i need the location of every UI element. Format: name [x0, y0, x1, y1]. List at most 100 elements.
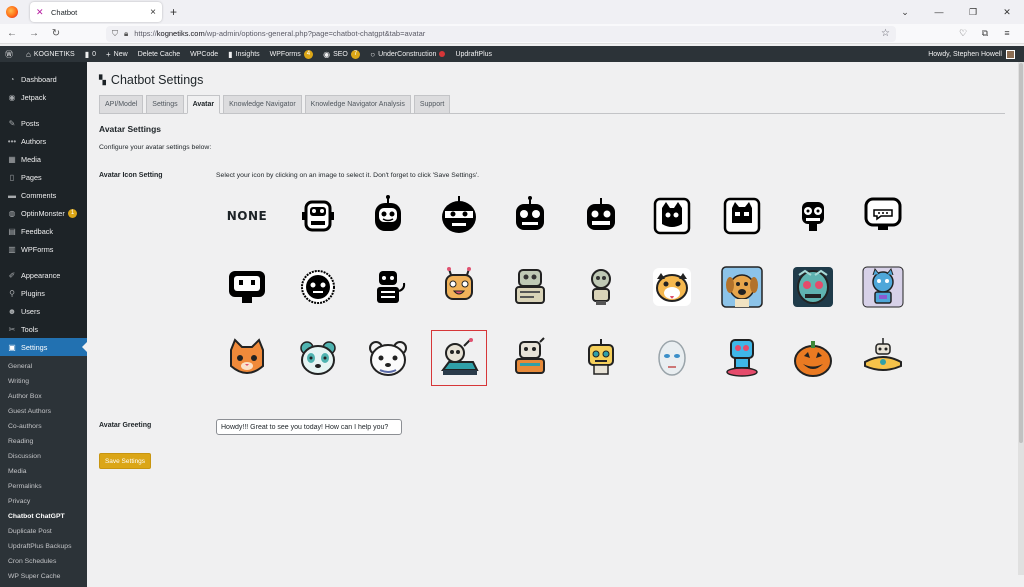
avatar-robot-icon-6[interactable]	[786, 189, 840, 243]
sidebar-item-tools[interactable]: ✂ Tools	[0, 320, 87, 338]
avatar-robot-icon-5[interactable]	[574, 189, 628, 243]
admin-bar-wpforms[interactable]: WPForms 4	[265, 46, 318, 62]
submenu-co-authors[interactable]: Co-authors	[0, 419, 87, 434]
avatar-bear-icon[interactable]	[361, 331, 415, 385]
tab-settings[interactable]: Settings	[146, 95, 184, 114]
sidebar-item-appearance[interactable]: ✐ Appearance	[0, 266, 87, 284]
tab-avatar[interactable]: Avatar	[186, 95, 221, 114]
tab-support[interactable]: Support	[413, 95, 451, 114]
avatar-greeting-input[interactable]	[216, 419, 402, 435]
submenu-wp-super-cache[interactable]: WP Super Cache	[0, 569, 87, 584]
sidebar-item-authors[interactable]: ••• Authors	[0, 132, 87, 150]
sidebar-item-wpforms[interactable]: ▥ WPForms	[0, 240, 87, 258]
submenu-author-box[interactable]: Author Box	[0, 389, 87, 404]
avatar-robot-icon-4[interactable]	[503, 189, 557, 243]
avatar-cat-icon[interactable]	[220, 331, 274, 385]
admin-bar-updraft[interactable]: UpdraftPlus	[450, 46, 497, 62]
admin-bar-delete-cache[interactable]: Delete Cache	[133, 46, 185, 62]
avatar-blue-robot-icon[interactable]	[856, 260, 910, 314]
sidebar-item-posts[interactable]: ✎ Posts	[0, 114, 87, 132]
sidebar-item-feedback[interactable]: ▤ Feedback	[0, 222, 87, 240]
list-tabs-icon[interactable]: ⌄	[888, 7, 922, 18]
sidebar-item-media[interactable]: ▦ Media	[0, 150, 87, 168]
browser-tab[interactable]: ✕ Chatbot ×	[30, 2, 162, 22]
avatar-robot-icon-2[interactable]	[361, 189, 415, 243]
submenu-cron-schedules[interactable]: Cron Schedules	[0, 554, 87, 569]
avatar-cat-robot-icon-1[interactable]	[645, 189, 699, 243]
admin-bar-insights[interactable]: ▮ Insights	[223, 46, 265, 62]
url-bar[interactable]: ⛉ 🔒︎ https://kognetiks.com/wp-admin/opti…	[106, 25, 896, 42]
avatar-cyborg-icon[interactable]	[786, 260, 840, 314]
avatar-chat-bubble-icon[interactable]	[856, 189, 910, 243]
sidebar-item-plugins[interactable]: ⚲ Plugins	[0, 284, 87, 302]
sidebar-item-dashboard[interactable]: ◔ Dashboard	[0, 70, 87, 88]
submenu-duplicate-post[interactable]: Duplicate Post	[0, 524, 87, 539]
avatar-robot-icon-1[interactable]	[291, 189, 345, 243]
admin-bar-comments[interactable]: ▮ 0	[80, 46, 101, 62]
avatar-color-robot-icon-2[interactable]	[503, 260, 557, 314]
minimize-icon[interactable]: —	[922, 7, 956, 17]
submenu-guest-authors[interactable]: Guest Authors	[0, 404, 87, 419]
avatar-robot-icon-3[interactable]	[432, 189, 486, 243]
reload-icon[interactable]: ↻	[46, 28, 66, 39]
avatar-cat-robot-icon-2[interactable]	[715, 189, 769, 243]
avatar-robot-body-icon[interactable]	[361, 260, 415, 314]
admin-bar-account[interactable]: Howdy, Stephen Howell	[923, 46, 1020, 62]
menu-icon[interactable]: ≡	[996, 28, 1018, 39]
restore-icon[interactable]: ❐	[956, 7, 990, 18]
wp-logo-icon[interactable]: Ⓦ	[0, 46, 21, 62]
submenu-reading[interactable]: Reading	[0, 434, 87, 449]
sidebar-item-settings[interactable]: ▣ Settings	[0, 338, 87, 356]
admin-bar-new[interactable]: + New	[101, 46, 133, 62]
avatar-teal-robot-icon-selected[interactable]	[431, 330, 487, 386]
avatar-dog-icon-2[interactable]	[715, 260, 769, 314]
submenu-permalinks[interactable]: Permalinks	[0, 479, 87, 494]
tab-api-model[interactable]: API/Model	[99, 95, 144, 114]
url-prefix: https://	[134, 29, 157, 38]
avatar-orange-robot-icon[interactable]	[503, 331, 557, 385]
admin-bar-underconstruction[interactable]: ○ UnderConstruction	[365, 46, 450, 62]
extensions-icon[interactable]: ⧉	[974, 28, 996, 39]
bookmark-star-icon[interactable]: ☆	[881, 28, 890, 39]
avatar-dog-icon-1[interactable]	[645, 260, 699, 314]
submenu-discussion[interactable]: Discussion	[0, 449, 87, 464]
back-icon[interactable]: ←	[2, 28, 22, 39]
avatar-color-robot-icon-1[interactable]	[432, 260, 486, 314]
avatar-pumpkin-icon[interactable]	[786, 331, 840, 385]
sidebar-item-jetpack[interactable]: ◉ Jetpack	[0, 88, 87, 106]
avatar-yellow-robot-icon[interactable]	[574, 331, 628, 385]
sidebar-item-label: Tools	[21, 324, 39, 334]
avatar-panda-teal-icon[interactable]	[291, 331, 345, 385]
forward-icon[interactable]: →	[24, 28, 44, 39]
page-scrollbar[interactable]	[1018, 62, 1024, 575]
avatar-round-robot-icon[interactable]	[291, 260, 345, 314]
avatar-option-none[interactable]: NONE	[220, 189, 274, 243]
avatar-rover-robot-icon[interactable]	[856, 331, 910, 385]
sidebar-item-users[interactable]: ☻ Users	[0, 302, 87, 320]
tab-knowledge-navigator[interactable]: Knowledge Navigator	[223, 95, 302, 114]
save-settings-button[interactable]: Save Settings	[99, 453, 151, 469]
submenu-general[interactable]: General	[0, 359, 87, 374]
submenu-media[interactable]: Media	[0, 464, 87, 479]
tab-knowledge-navigator-analysis[interactable]: Knowledge Navigator Analysis	[304, 95, 411, 114]
sidebar-item-comments[interactable]: ▬ Comments	[0, 186, 87, 204]
submenu-writing[interactable]: Writing	[0, 374, 87, 389]
submenu-updraftplus-backups[interactable]: UpdraftPlus Backups	[0, 539, 87, 554]
avatar-bald-head-icon[interactable]	[645, 331, 699, 385]
close-tab-icon[interactable]: ×	[150, 7, 156, 18]
admin-bar-seo[interactable]: ◉ SEO 7	[318, 46, 365, 62]
avatar-robot-screen-icon[interactable]	[220, 260, 274, 314]
submenu-privacy[interactable]: Privacy	[0, 494, 87, 509]
admin-bar-site[interactable]: ⌂ KOGNETIKS	[21, 46, 80, 62]
new-tab-icon[interactable]: +	[170, 5, 177, 19]
sidebar-item-optinmonster[interactable]: ◍ OptinMonster 1	[0, 204, 87, 222]
submenu-chatbot-chatgpt[interactable]: Chatbot ChatGPT	[0, 509, 87, 524]
scrollbar-thumb[interactable]	[1019, 63, 1023, 443]
firefox-icon	[6, 6, 18, 18]
avatar-color-robot-icon-3[interactable]	[574, 260, 628, 314]
admin-bar-wpcode[interactable]: WPCode	[185, 46, 223, 62]
close-window-icon[interactable]: ✕	[990, 7, 1024, 18]
sidebar-item-pages[interactable]: ▯ Pages	[0, 168, 87, 186]
pocket-icon[interactable]: ♡	[952, 28, 974, 39]
avatar-robot-vacuum-icon[interactable]	[715, 331, 769, 385]
